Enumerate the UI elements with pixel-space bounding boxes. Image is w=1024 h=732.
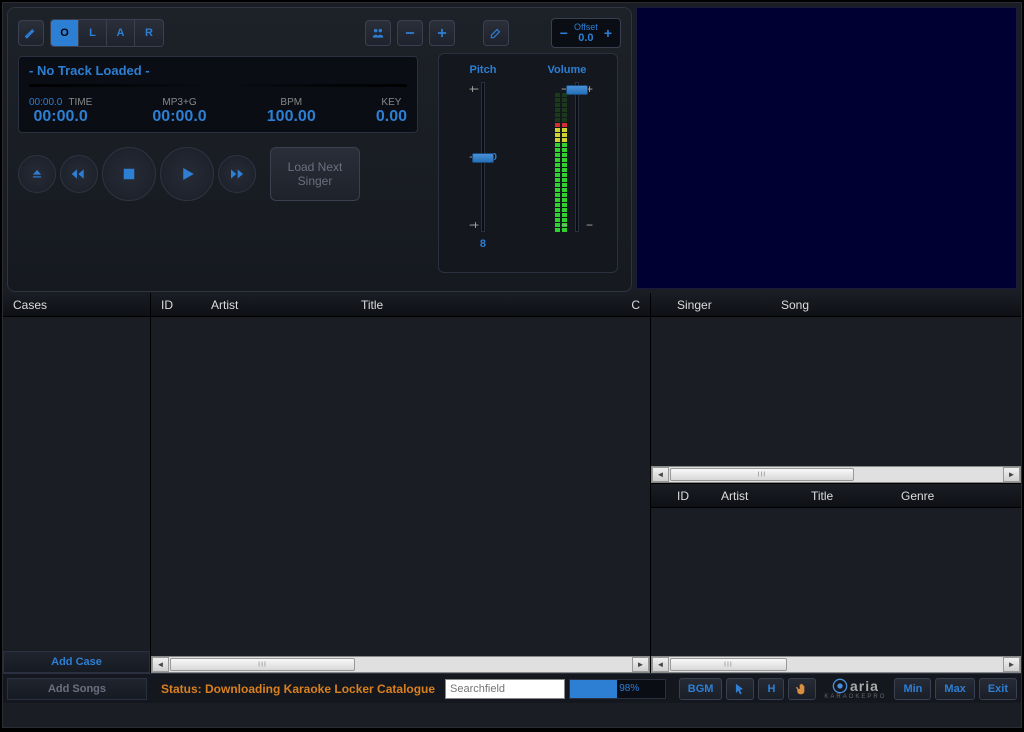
- queue-hscroll[interactable]: ◄ III ►: [651, 466, 1021, 483]
- time-elapsed-small: 00:00.0: [29, 97, 62, 108]
- scroll-right-icon[interactable]: ►: [632, 657, 649, 672]
- time-elapsed: 00:00.0: [34, 108, 88, 126]
- bgm-list[interactable]: [651, 508, 1021, 656]
- fastforward-button[interactable]: [218, 155, 256, 193]
- queue-panel: Singer Song ◄ III ►: [651, 293, 1021, 483]
- pitch-label: Pitch: [470, 64, 497, 76]
- statusbar: Add Songs Status: Downloading Karaoke Lo…: [3, 673, 1021, 703]
- queue-list[interactable]: [651, 317, 1021, 466]
- cpu-meter: CPU 98%: [569, 679, 666, 699]
- cases-list[interactable]: [3, 317, 150, 651]
- brand-logo: aria KARAOKEPRO: [820, 677, 890, 701]
- mode-r-button[interactable]: R: [135, 20, 163, 46]
- mode-a-button[interactable]: A: [107, 20, 135, 46]
- offset-value: 0.0: [574, 32, 598, 44]
- status-text: Status: Downloading Karaoke Locker Catal…: [151, 682, 441, 696]
- offset-plus-button[interactable]: +: [604, 25, 612, 41]
- scroll-right-icon[interactable]: ►: [1003, 657, 1020, 672]
- time-label: TIME: [68, 97, 92, 108]
- exit-button[interactable]: Exit: [979, 678, 1017, 700]
- pitch-slider-col: Pitch +−− −00.00+ 8: [470, 64, 497, 262]
- volume-thumb[interactable]: [566, 85, 588, 95]
- load-next-singer-button[interactable]: Load Next Singer: [270, 147, 360, 201]
- min-button[interactable]: Min: [894, 678, 931, 700]
- mode-o-button[interactable]: O: [51, 20, 79, 46]
- h-button[interactable]: H: [758, 678, 784, 700]
- scroll-left-icon[interactable]: ◄: [152, 657, 169, 672]
- cases-panel: Cases Add Case: [3, 293, 151, 673]
- volume-label: Volume: [548, 64, 587, 76]
- bgm-header: ID Artist Title Genre: [651, 484, 1021, 508]
- songs-list[interactable]: [151, 317, 650, 656]
- play-button[interactable]: [160, 147, 214, 201]
- track-progress[interactable]: [29, 84, 407, 87]
- mode-button-group: O L A R: [50, 19, 164, 47]
- bpm-value: 100.00: [267, 108, 316, 126]
- pitch-thumb[interactable]: [472, 153, 494, 163]
- people-button[interactable]: [365, 20, 391, 46]
- middle-section: Cases Add Case ID Artist Title C ◄ III ►…: [3, 293, 1021, 673]
- songs-hscroll[interactable]: ◄ III ►: [151, 656, 650, 673]
- right-column: Singer Song ◄ III ► ID Artist Title Genr…: [651, 293, 1021, 673]
- queue-header: Singer Song: [651, 293, 1021, 317]
- bpm-label: BPM: [280, 97, 302, 108]
- mode-l-button[interactable]: L: [79, 20, 107, 46]
- songs-header: ID Artist Title C: [151, 293, 650, 317]
- wrench-button[interactable]: [18, 20, 44, 46]
- max-button[interactable]: Max: [935, 678, 974, 700]
- offset-minus-button[interactable]: −: [560, 25, 568, 41]
- bgm-hscroll[interactable]: ◄ III ►: [651, 656, 1021, 673]
- time-remaining: 00:00.0: [152, 108, 206, 126]
- scroll-right-icon[interactable]: ►: [1003, 467, 1020, 482]
- format-label: MP3+G: [162, 97, 196, 108]
- key-label: KEY: [381, 97, 401, 108]
- offset-label: Offset: [574, 22, 598, 32]
- app-window: O L A R − Offset 0.0: [2, 2, 1022, 728]
- bgm-button[interactable]: BGM: [679, 678, 723, 700]
- key-value: 0.00: [376, 108, 407, 126]
- pitch-slider[interactable]: [481, 82, 485, 232]
- songs-panel: ID Artist Title C ◄ III ►: [151, 293, 651, 673]
- add-songs-button[interactable]: Add Songs: [7, 678, 147, 700]
- eject-button[interactable]: [18, 155, 56, 193]
- player-panel: O L A R − Offset 0.0: [7, 7, 632, 292]
- volume-slider-col: Volume −− +−: [548, 64, 587, 262]
- minus-button[interactable]: [397, 20, 423, 46]
- cases-header: Cases: [3, 293, 150, 317]
- scroll-left-icon[interactable]: ◄: [652, 467, 669, 482]
- add-case-button[interactable]: Add Case: [3, 651, 150, 673]
- search-input[interactable]: [445, 679, 565, 699]
- stop-button[interactable]: [102, 147, 156, 201]
- volume-slider[interactable]: [575, 82, 579, 232]
- scroll-left-icon[interactable]: ◄: [652, 657, 669, 672]
- bgm-list-panel: ID Artist Title Genre ◄ III ►: [651, 483, 1021, 673]
- player-toolbar: O L A R − Offset 0.0: [18, 18, 621, 48]
- plus-button[interactable]: [429, 20, 455, 46]
- track-display: - No Track Loaded - 00:00.0TIME 00:00.0 …: [18, 56, 418, 133]
- top-section: O L A R − Offset 0.0: [3, 3, 1021, 293]
- track-title: - No Track Loaded -: [29, 63, 407, 78]
- hand-tool-button[interactable]: [788, 678, 816, 700]
- arrow-tool-button[interactable]: [726, 678, 754, 700]
- pitch-bottom-value: 8: [480, 238, 486, 250]
- rewind-button[interactable]: [60, 155, 98, 193]
- offset-control: − Offset 0.0 +: [551, 18, 621, 48]
- slider-panel: Pitch +−− −00.00+ 8 Volume: [438, 53, 618, 273]
- video-preview[interactable]: [636, 7, 1017, 289]
- edit-button[interactable]: [483, 20, 509, 46]
